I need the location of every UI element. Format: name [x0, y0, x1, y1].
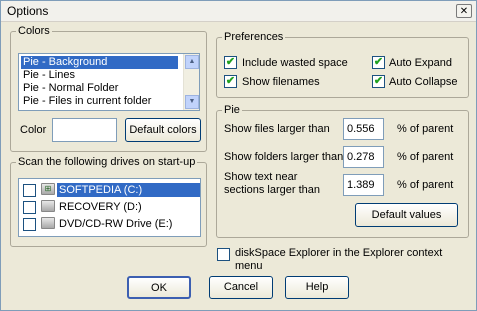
drive-checkbox[interactable] [23, 218, 36, 231]
show-text-input[interactable]: 1.389 [343, 174, 384, 196]
list-item[interactable]: Pie - Background [21, 56, 178, 69]
cancel-button[interactable]: Cancel [209, 276, 273, 299]
files-unit-label: % of parent [397, 123, 454, 135]
preferences-legend: Preferences [224, 31, 284, 43]
show-folders-input[interactable]: 0.278 [343, 146, 384, 168]
auto-expand-checkbox[interactable]: ✔ [372, 56, 385, 69]
drive-label[interactable]: RECOVERY (D:) [57, 200, 144, 214]
include-wasted-space-checkbox[interactable]: ✔ [224, 56, 237, 69]
drive-row-e[interactable]: DVD/CD-RW Drive (E:) [21, 216, 200, 233]
hard-drive-icon [41, 200, 55, 212]
context-menu-label-line1[interactable]: diskSpace Explorer in the Explorer conte… [235, 247, 442, 259]
options-dialog: Options ✕ Colors Pie - Background Pie - … [0, 0, 477, 311]
default-values-button[interactable]: Default values [355, 203, 458, 227]
drive-row-d[interactable]: RECOVERY (D:) [21, 199, 200, 216]
colors-scrollbar[interactable]: ▲ ▼ [183, 54, 199, 110]
show-files-label: Show files larger than [224, 123, 330, 135]
folders-unit-label: % of parent [397, 151, 454, 163]
drive-checkbox[interactable] [23, 201, 36, 214]
context-menu-checkbox[interactable] [217, 248, 230, 261]
title-bar[interactable]: Options ✕ [1, 1, 476, 22]
context-menu-label-line2[interactable]: menu [235, 260, 263, 272]
auto-collapse-label[interactable]: Auto Collapse [389, 76, 458, 88]
ok-button[interactable]: OK [127, 276, 191, 299]
pie-legend: Pie [224, 104, 240, 116]
list-item[interactable]: Pie - Normal Folder [21, 82, 118, 95]
show-text-label-line1: Show text near [224, 171, 298, 183]
include-wasted-space-label[interactable]: Include wasted space [242, 57, 348, 69]
drive-label[interactable]: DVD/CD-RW Drive (E:) [57, 217, 174, 231]
show-filenames-label[interactable]: Show filenames [242, 76, 320, 88]
text-unit-label: % of parent [397, 179, 454, 191]
drive-label[interactable]: SOFTPEDIA (C:) [57, 183, 200, 197]
scroll-down-icon[interactable]: ▼ [185, 95, 199, 109]
show-text-label-line2: sections larger than [224, 184, 320, 196]
help-button[interactable]: Help [285, 276, 349, 299]
drive-row-c[interactable]: ⊞ SOFTPEDIA (C:) [21, 182, 200, 199]
show-filenames-checkbox[interactable]: ✔ [224, 75, 237, 88]
list-item[interactable]: Pie - Files in current folder [21, 95, 151, 108]
list-item[interactable]: Pie - Lines [21, 69, 75, 82]
show-folders-label: Show folders larger than [224, 151, 344, 163]
close-icon[interactable]: ✕ [456, 4, 472, 18]
auto-collapse-checkbox[interactable]: ✔ [372, 75, 385, 88]
colors-listbox[interactable]: Pie - Background Pie - Lines Pie - Norma… [18, 53, 200, 111]
color-swatch[interactable] [52, 118, 117, 142]
show-files-input[interactable]: 0.556 [343, 118, 384, 140]
drives-listbox[interactable]: ⊞ SOFTPEDIA (C:) RECOVERY (D:) DVD/CD-RW… [18, 178, 201, 237]
scroll-up-icon[interactable]: ▲ [185, 55, 199, 69]
windows-drive-icon: ⊞ [41, 183, 55, 195]
default-colors-button[interactable]: Default colors [125, 118, 201, 142]
drives-legend: Scan the following drives on start-up [18, 156, 196, 168]
dvd-drive-icon [41, 217, 55, 229]
drive-checkbox[interactable] [23, 184, 36, 197]
auto-expand-label[interactable]: Auto Expand [389, 57, 452, 69]
colors-legend: Colors [18, 25, 50, 37]
window-title: Options [7, 4, 49, 18]
color-label: Color [20, 124, 47, 136]
